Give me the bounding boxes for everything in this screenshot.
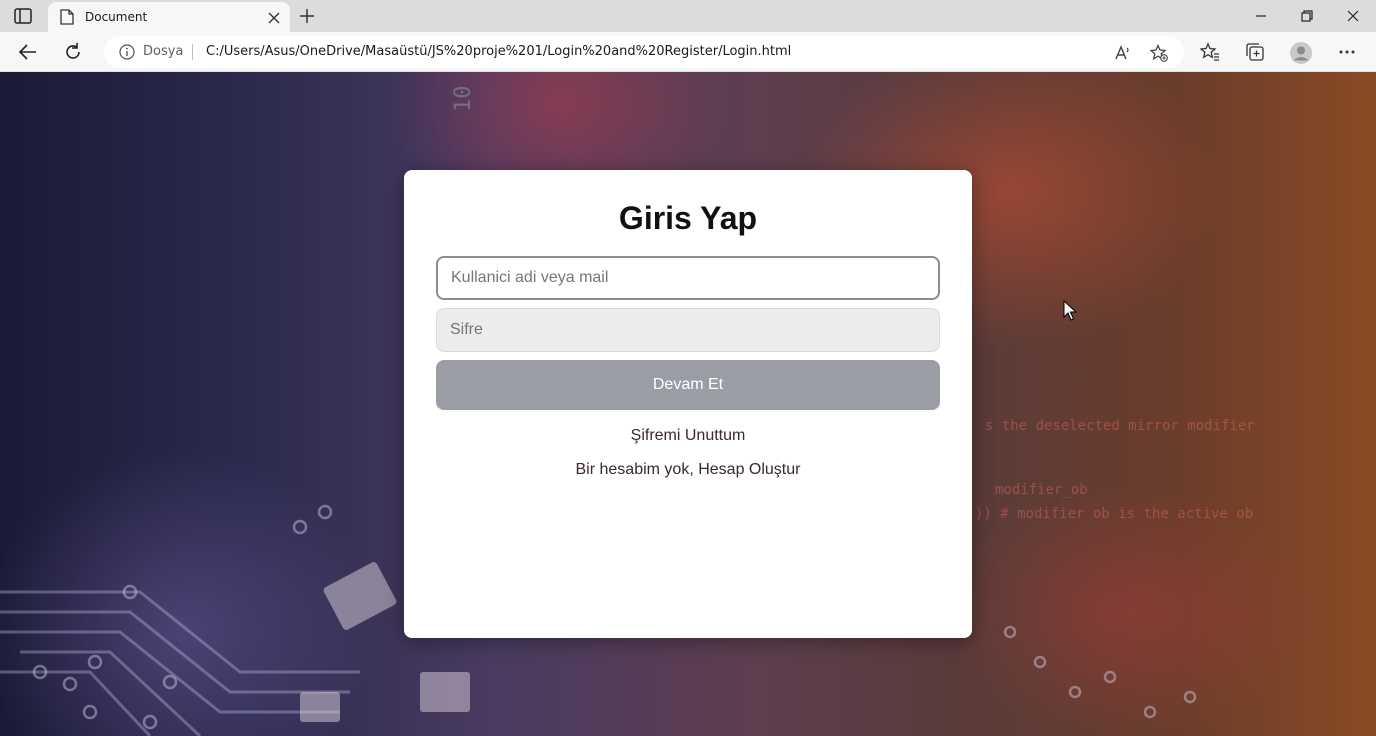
minimize-button[interactable] <box>1238 0 1284 32</box>
create-account-link[interactable]: Bir hesabim yok, Hesap Oluştur <box>404 461 972 479</box>
add-favorite-icon[interactable] <box>1149 43 1168 62</box>
favorites-icon[interactable] <box>1199 42 1220 62</box>
svg-text:)) # modifier ob is the active: )) # modifier ob is the active ob <box>975 506 1253 522</box>
tab-title: Document <box>85 10 148 24</box>
collections-icon[interactable] <box>1245 42 1265 62</box>
tab-bar: Document <box>0 0 1376 32</box>
omnibox[interactable]: Dosya C:/Users/Asus/OneDrive/Masaüstü/JS… <box>104 36 1184 68</box>
svg-text:s the deselected mirror modifi: s the deselected mirror modifier <box>985 418 1255 434</box>
tab-actions-icon[interactable] <box>14 8 32 24</box>
continue-button[interactable]: Devam Et <box>436 360 940 410</box>
page-title: Giris Yap <box>618 200 758 236</box>
page-background: s the deselected mirror modifier modifie… <box>0 72 1376 736</box>
plus-icon[interactable] <box>299 8 315 24</box>
address-bar: Dosya C:/Users/Asus/OneDrive/Masaüstü/JS… <box>0 32 1376 72</box>
maximize-icon <box>1301 10 1313 22</box>
read-aloud-icon[interactable] <box>1114 44 1132 62</box>
login-card: Giris Yap Devam Et Şifremi Unuttum Bir h… <box>404 170 972 638</box>
site-label: Dosya <box>143 44 184 59</box>
info-icon[interactable] <box>119 44 135 60</box>
password-input[interactable] <box>436 308 940 352</box>
maximize-button[interactable] <box>1284 0 1330 32</box>
omnibox-divider <box>192 44 193 60</box>
svg-text:10: 10 <box>451 86 476 113</box>
back-icon[interactable] <box>17 41 39 63</box>
url-text[interactable]: C:/Users/Asus/OneDrive/Masaüstü/JS%20pro… <box>206 44 791 59</box>
browser-tab[interactable]: Document <box>48 2 290 32</box>
profile-icon[interactable] <box>1290 42 1312 64</box>
page-icon <box>60 9 74 25</box>
username-input[interactable] <box>436 256 940 300</box>
more-icon[interactable] <box>1337 42 1357 62</box>
mouse-cursor-icon <box>1063 299 1078 322</box>
minimize-icon <box>1256 15 1266 17</box>
close-icon[interactable] <box>268 11 280 24</box>
reload-icon[interactable] <box>62 41 84 63</box>
close-window-button[interactable] <box>1330 0 1376 32</box>
forgot-password-link[interactable]: Şifremi Unuttum <box>404 427 972 445</box>
close-window-icon <box>1347 10 1359 22</box>
svg-text:modifier_ob: modifier_ob <box>995 482 1088 498</box>
